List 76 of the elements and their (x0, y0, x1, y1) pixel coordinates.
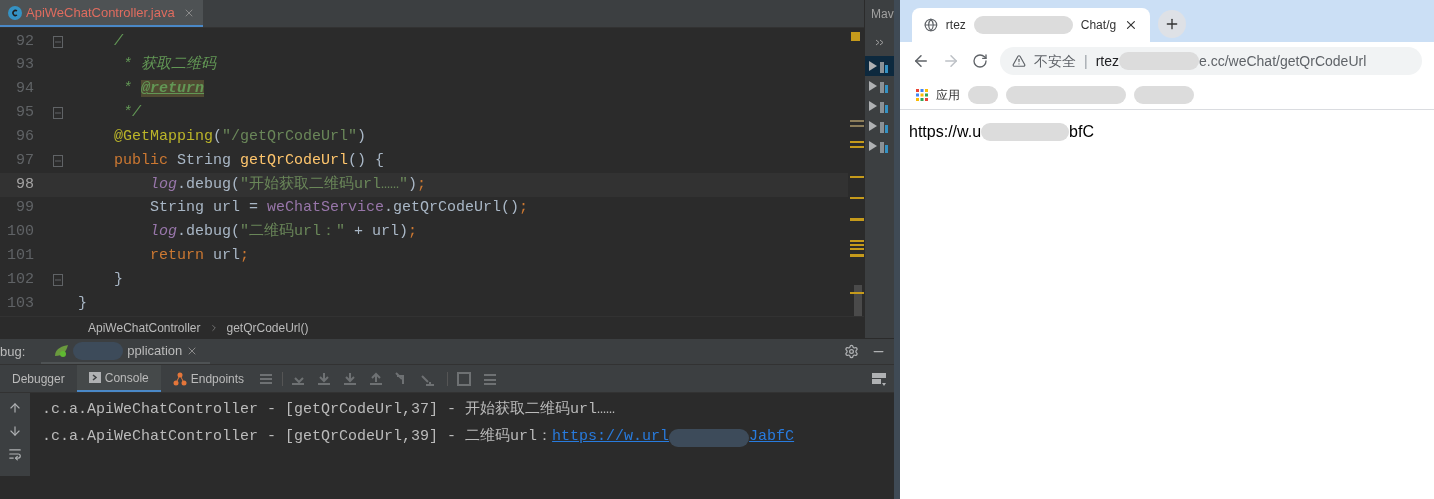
url-link[interactable]: https://w.url (552, 426, 670, 449)
endpoints-icon (172, 371, 187, 386)
tool-tab[interactable]: Console (76, 365, 161, 392)
page-text: bfC (1069, 122, 1094, 142)
line-number: 103 (6, 293, 35, 314)
module-icon (880, 59, 888, 73)
wrap-icon[interactable] (8, 447, 22, 461)
code-line: log.debug("开始获取二维码url……"); (149, 174, 427, 195)
line-number: 101 (6, 246, 35, 267)
line-number: 96 (15, 126, 35, 147)
file-name: ApiWeChatController.java (26, 3, 175, 22)
log-line: .c.a.ApiWeChatController - [getQrCodeUrl,37] - 开始获取二维码url…… (42, 399, 616, 421)
log-line: .c.a.ApiWeChatController - [getQrCodeUrl,39] - 二维码url： (42, 426, 553, 448)
fold-marker-icon[interactable] (53, 107, 63, 120)
code-line: } (78, 293, 87, 314)
page-text: https://w.u (909, 122, 982, 142)
fold-marker-icon[interactable] (53, 35, 63, 48)
plus-icon (1164, 16, 1180, 32)
code-line: String url = weChatService.getQrCodeUrl(); (149, 198, 529, 219)
line-number: 102 (6, 269, 35, 290)
breadcrumb[interactable]: getQrCodeUrl() (226, 318, 309, 337)
line-number: 95 (15, 103, 35, 124)
url-text: rtez (1095, 51, 1119, 71)
url-link[interactable]: JabfC (749, 426, 795, 449)
double-chevron-icon[interactable] (875, 38, 884, 46)
code-line: log.debug("二维码url：" + url); (149, 221, 418, 243)
apps-grid-icon[interactable] (916, 88, 928, 101)
fold-marker-icon[interactable] (53, 274, 63, 287)
bookmark[interactable]: 应用 (936, 85, 960, 104)
line-number: 92 (15, 31, 35, 52)
code-line: / (113, 31, 123, 52)
panel-title[interactable]: Mav (865, 0, 894, 28)
code-line: * 获取二维码 (122, 54, 216, 76)
code-line: return url; (149, 246, 250, 267)
module-icon (880, 79, 888, 93)
code-line: */ (122, 103, 141, 124)
layout-icon[interactable] (872, 371, 886, 386)
warning-icon (1012, 54, 1026, 68)
spring-icon (53, 343, 70, 358)
line-number: 100 (6, 222, 35, 243)
console-icon (88, 372, 101, 383)
panel-label: bug: (0, 342, 27, 361)
breadcrumb[interactable]: ApiWeChatController (88, 318, 201, 337)
blurred-region (968, 85, 998, 104)
session-name: pplication (127, 341, 183, 360)
code-line: @GetMapping("/getQrCodeUrl") (113, 126, 367, 147)
line-number: 99 (15, 198, 35, 219)
address-bar[interactable]: 不安全 | rtez e.cc/weChat/getQrCodeUrl (1000, 47, 1422, 75)
tab-title: Chat/g (1080, 17, 1117, 34)
line-number: 98 (15, 174, 35, 195)
back-icon[interactable] (912, 52, 930, 70)
module-icon (880, 99, 888, 113)
code-line: public String getQrCodeUrl() { (113, 150, 385, 171)
security-label: 不安全 (1034, 51, 1076, 71)
close-icon[interactable] (1124, 18, 1138, 32)
browser-tab[interactable]: rtez Chat/g (912, 8, 1150, 42)
line-number: 93 (15, 55, 35, 76)
module-icon (880, 119, 888, 133)
globe-icon (924, 18, 938, 32)
separator: | (1084, 51, 1088, 71)
url-text: e.cc/weChat/getQrCodeUrl (1199, 51, 1367, 71)
blurred-region (73, 341, 124, 360)
reload-icon[interactable] (972, 53, 988, 69)
tool-tab[interactable]: Debugger (0, 365, 77, 392)
module-icon (880, 139, 888, 153)
fold-marker-icon[interactable] (53, 155, 63, 168)
line-number: 97 (15, 150, 35, 171)
line-number: 94 (15, 79, 35, 100)
blurred-region (1134, 85, 1194, 104)
tab-title: rtez (945, 17, 966, 34)
class-icon (8, 5, 22, 20)
tool-tab[interactable]: Endpoints (160, 365, 257, 392)
settings-icon[interactable] (844, 344, 859, 359)
maven-row[interactable] (865, 56, 894, 76)
code-line: } (113, 269, 123, 290)
new-tab-button[interactable] (1158, 10, 1186, 38)
